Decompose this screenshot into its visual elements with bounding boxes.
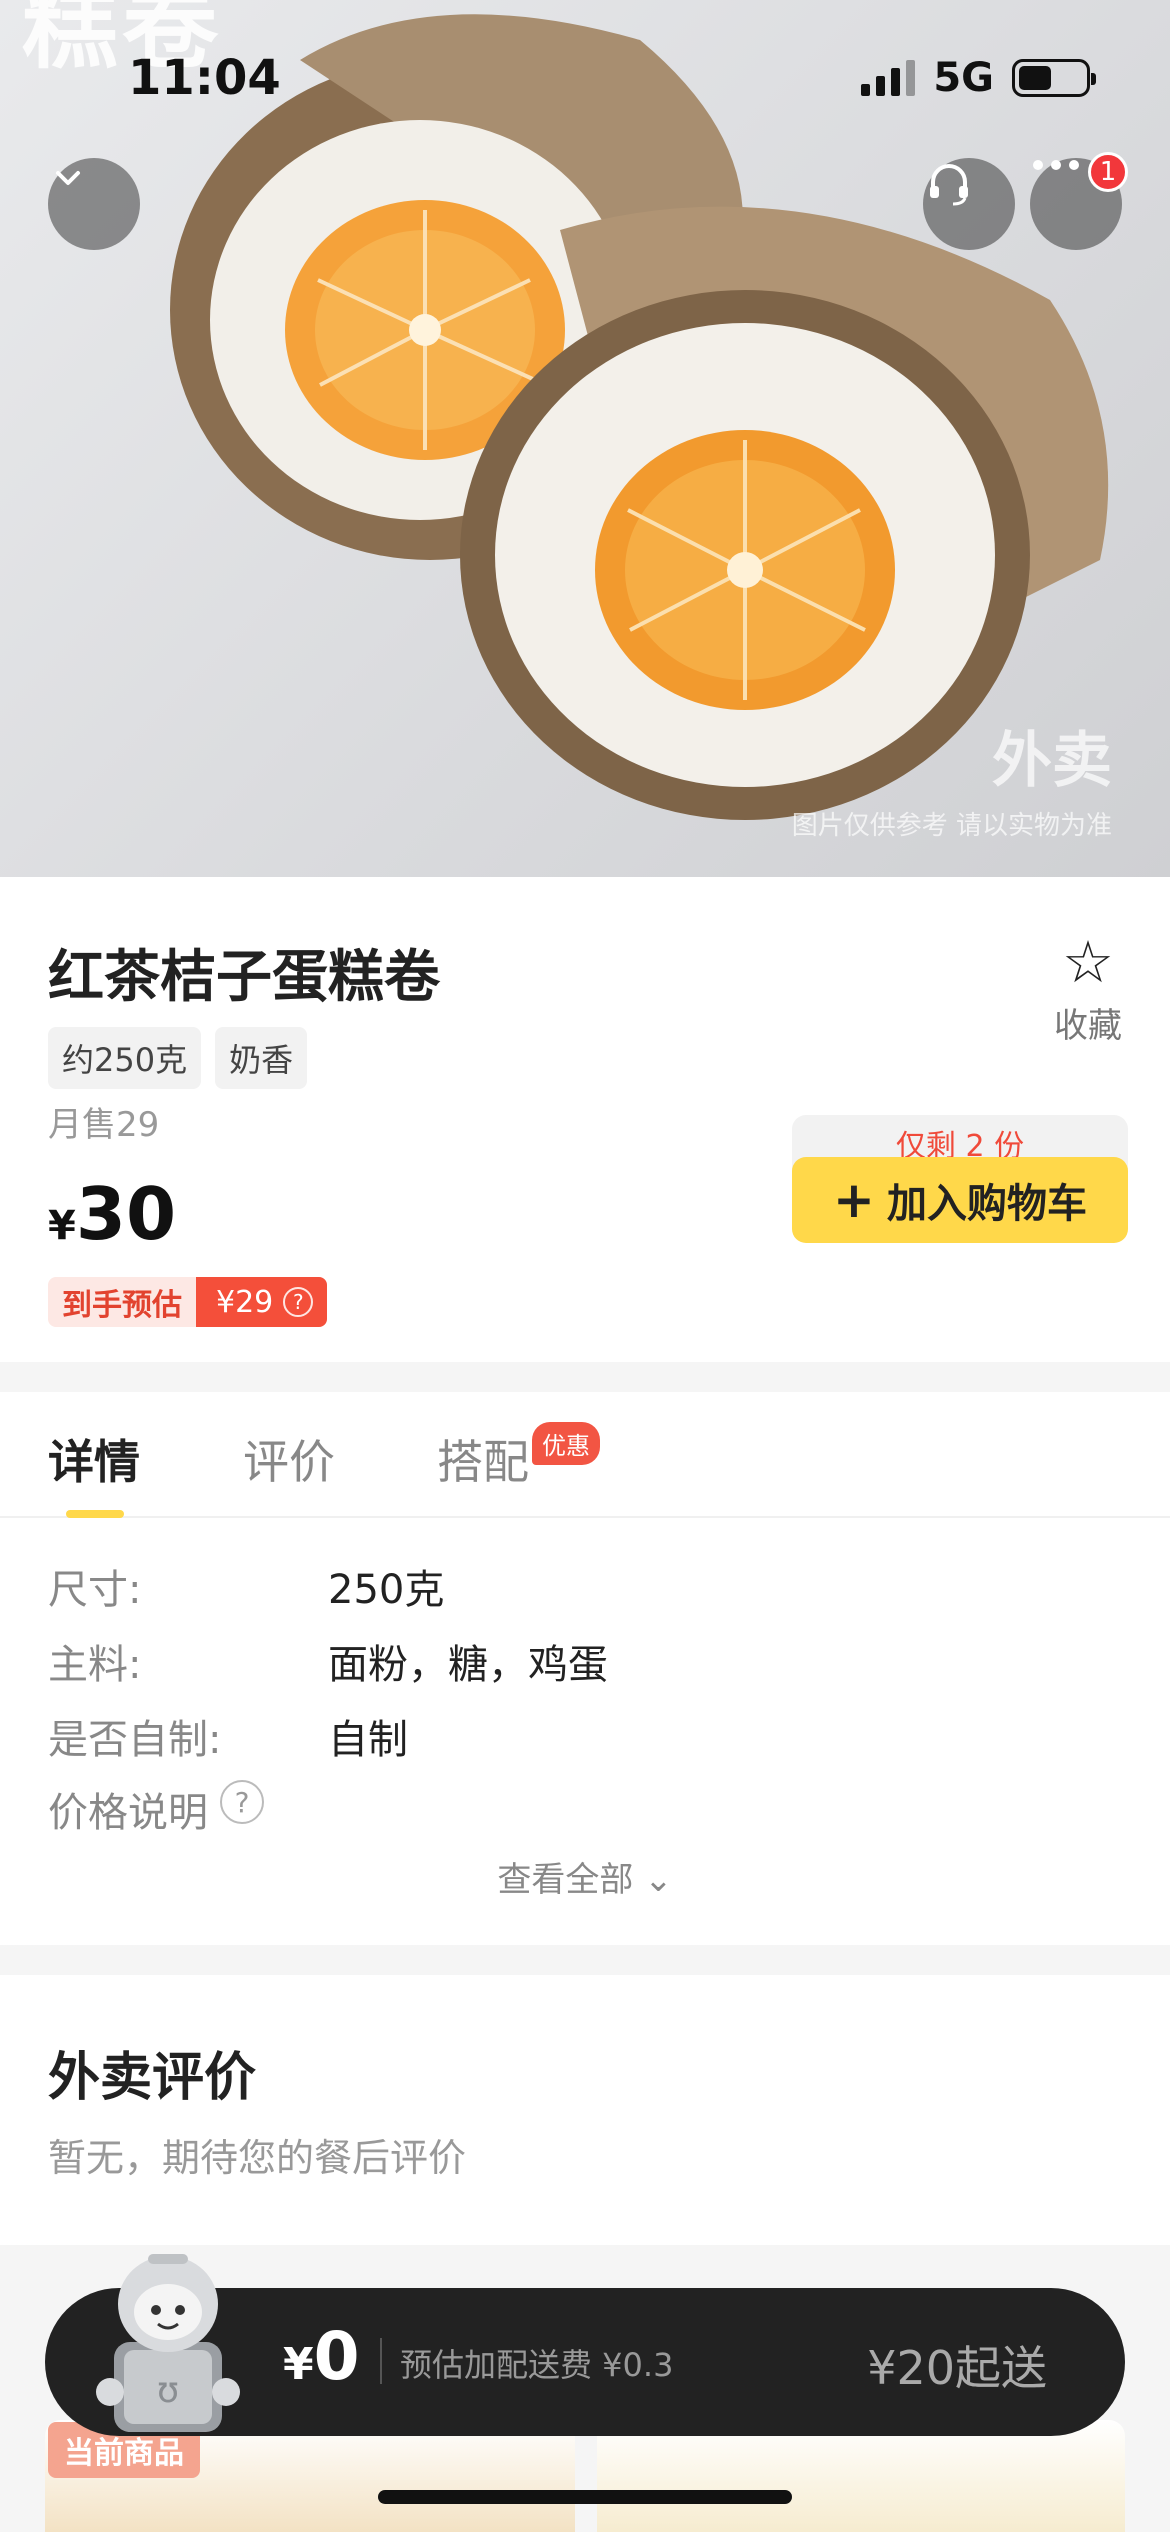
star-icon: ☆ — [1062, 928, 1114, 996]
reviews-empty-text: 暂无，期待您的餐后评价 — [48, 2136, 467, 2180]
more-options-button[interactable]: 1 — [1030, 152, 1128, 250]
tab-details[interactable]: 详情 — [48, 1426, 140, 1492]
watermark-note: 图片仅供参考 请以实物为准 — [791, 811, 1112, 841]
estimate-value-wrap: ¥29 ? — [196, 1277, 328, 1327]
cart-currency: ¥ — [283, 2339, 314, 2390]
add-to-cart-button[interactable]: + 加入购物车 — [792, 1157, 1128, 1243]
tab-combo[interactable]: 搭配 — [437, 1426, 529, 1492]
delivery-fee: 预估加配送费 ¥0.3 — [400, 2346, 674, 2384]
cellular-signal-icon — [861, 60, 916, 96]
favorite-button[interactable]: ☆ 收藏 — [1054, 932, 1122, 1047]
spec-key: 主料: — [48, 1642, 142, 1688]
spec-key: 是否自制: — [48, 1717, 222, 1763]
help-icon: ? — [283, 1287, 314, 1317]
add-to-cart-area: 仅剩 2 份 + 加入购物车 — [792, 1115, 1128, 1255]
collapse-button[interactable] — [48, 158, 140, 250]
spec-value: 250克 — [328, 1567, 445, 1613]
price-note-row[interactable]: 价格说明 ? — [48, 1780, 264, 1838]
estimate-price: ¥29 — [216, 1284, 274, 1320]
plus-icon: + — [833, 1171, 875, 1229]
details-section: 详情 评价 搭配 优惠 尺寸: 250克 主料: 面粉，糖，鸡蛋 是否自制: 自… — [0, 1392, 1170, 1945]
price-symbol: ¥ — [48, 1203, 76, 1249]
watermark-brand: 外卖 — [992, 726, 1112, 796]
spec-row: 是否自制: 自制 — [48, 1707, 408, 1765]
estimate-label: 到手预估 — [48, 1277, 196, 1327]
reviews-section: 外卖评价 暂无，期待您的餐后评价 — [0, 1975, 1170, 2245]
cart-total-value: 0 — [313, 2318, 360, 2395]
cart-total: ¥0 — [283, 2318, 360, 2395]
price-note-label: 价格说明 — [48, 1790, 208, 1836]
add-to-cart-label: 加入购物车 — [886, 1181, 1087, 1227]
image-watermark: 外卖 图片仅供参考 请以实物为准 — [792, 712, 1112, 842]
product-title: 红茶桔子蛋糕卷 — [48, 945, 440, 1010]
tab-bar: 详情 评价 搭配 优惠 — [0, 1392, 1170, 1518]
favorite-label: 收藏 — [1054, 1006, 1122, 1046]
spec-value: 自制 — [328, 1717, 408, 1763]
recommendation-card[interactable] — [597, 2420, 1125, 2532]
divider — [380, 2338, 382, 2384]
see-all-label: 查看全部 — [497, 1860, 634, 1900]
promo-badge: 优惠 — [532, 1422, 600, 1465]
battery-icon — [1012, 59, 1096, 97]
product-tags: 约250克 奶香 — [48, 1027, 308, 1089]
reviews-heading: 外卖评价 — [48, 2048, 257, 2108]
more-dots-icon — [1033, 160, 1079, 170]
help-icon: ? — [220, 1780, 264, 1824]
tag-flavor: 奶香 — [215, 1027, 308, 1089]
product-info-panel: 红茶桔子蛋糕卷 ☆ 收藏 约250克 奶香 月售29 ¥30 到手预估 ¥29 … — [0, 877, 1170, 1362]
monthly-sales: 月售29 — [48, 1105, 160, 1145]
spec-row: 尺寸: 250克 — [48, 1557, 444, 1615]
product-hero-image: 糕卷 外卖 图片仅供参考 请以实物为准 11:04 5G 1 — [0, 0, 1170, 877]
min-order-button[interactable]: ¥20起送 — [867, 2332, 1047, 2398]
tag-weight: 约250克 — [48, 1027, 202, 1089]
network-type: 5G — [933, 55, 994, 101]
see-all-button[interactable]: 查看全部 ⌄ — [0, 1852, 1170, 1901]
spec-row: 主料: 面粉，糖，鸡蛋 — [48, 1632, 608, 1690]
status-time: 11:04 — [128, 50, 281, 106]
svg-text:ʊ: ʊ — [157, 2370, 179, 2411]
chevron-down-icon — [56, 171, 80, 185]
product-price: ¥30 — [48, 1172, 176, 1256]
spec-value: 面粉，糖，鸡蛋 — [328, 1642, 608, 1688]
tab-reviews[interactable]: 评价 — [243, 1426, 335, 1492]
notification-badge: 1 — [1088, 152, 1128, 192]
spec-key: 尺寸: — [48, 1567, 142, 1613]
headset-icon — [930, 164, 968, 206]
chevron-down-icon: ⌄ — [644, 1860, 673, 1900]
status-icons: 5G — [861, 55, 1096, 101]
price-value: 30 — [75, 1172, 177, 1256]
customer-service-button[interactable] — [923, 158, 1015, 250]
active-tab-indicator — [66, 1510, 124, 1518]
home-indicator — [378, 2490, 792, 2504]
estimated-price-badge[interactable]: 到手预估 ¥29 ? — [48, 1277, 328, 1327]
cart-mascot-icon[interactable]: ʊ — [88, 2242, 248, 2442]
